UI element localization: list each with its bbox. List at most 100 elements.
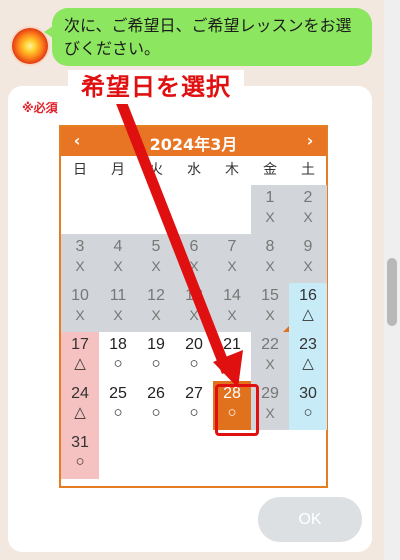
day-number: 4	[113, 238, 123, 255]
calendar-day-30[interactable]: 30 ○	[289, 381, 327, 430]
day-number: 21	[223, 336, 241, 353]
availability-mark: ○	[189, 355, 199, 372]
day-number: 14	[223, 287, 241, 304]
day-number: 13	[185, 287, 203, 304]
chat-bubble: 次に、ご希望日、ご希望レッスンをお選びください。	[44, 8, 372, 66]
availability-mark: X	[303, 209, 313, 225]
availability-mark: X	[227, 258, 237, 274]
day-number: 1	[265, 189, 275, 206]
day-number: 19	[147, 336, 165, 353]
day-number: 2	[303, 189, 313, 206]
weekday-sun: 日	[73, 162, 87, 178]
calendar-day-26[interactable]: 26 ○	[137, 381, 175, 430]
day-number: 7	[227, 238, 237, 255]
availability-mark: △	[74, 355, 86, 372]
availability-mark: ○	[303, 404, 313, 421]
availability-mark: X	[189, 258, 199, 274]
availability-mark: ○	[151, 355, 161, 372]
availability-mark: X	[265, 258, 275, 274]
day-number: 15	[261, 287, 279, 304]
calendar-day-9[interactable]: 9X	[289, 234, 327, 283]
calendar-day-3[interactable]: 3X	[61, 234, 99, 283]
calendar-day-25[interactable]: 25 ○	[99, 381, 137, 430]
day-number: 11	[109, 287, 127, 304]
availability-mark: ○	[113, 404, 123, 421]
day-number: 23	[299, 336, 317, 353]
day-number: 31	[71, 434, 89, 451]
availability-mark: X	[151, 307, 161, 323]
weekday-thu: 木	[225, 162, 239, 178]
weekday-tue: 火	[149, 162, 163, 178]
day-number: 16	[299, 287, 317, 304]
day-number: 5	[151, 238, 161, 255]
calendar-day-17[interactable]: 17 △	[61, 332, 99, 381]
availability-mark: △	[302, 306, 314, 323]
calendar-day-15[interactable]: 15 X	[251, 283, 289, 332]
weekday-sat: 土	[301, 162, 315, 178]
scrollbar[interactable]	[384, 0, 400, 560]
weekday-wed: 水	[187, 162, 201, 178]
availability-mark: X	[265, 307, 275, 323]
availability-mark: X	[75, 307, 85, 323]
availability-mark: ○	[227, 355, 237, 372]
weekday-fri: 金	[263, 162, 277, 178]
weekday-mon: 月	[111, 162, 125, 178]
day-number: 26	[147, 385, 165, 402]
ok-button[interactable]: OK	[258, 497, 362, 542]
calendar-day-8[interactable]: 8X	[251, 234, 289, 283]
scrollbar-thumb[interactable]	[387, 258, 397, 326]
day-number: 17	[71, 336, 89, 353]
calendar-day-13[interactable]: 13 X	[175, 283, 213, 332]
day-number: 10	[71, 287, 89, 304]
availability-mark: X	[113, 307, 123, 323]
calendar-day-21[interactable]: 21 ○	[213, 332, 251, 381]
availability-mark: ○	[151, 404, 161, 421]
availability-mark: X	[75, 258, 85, 274]
calendar-day-24[interactable]: 24 △	[61, 381, 99, 430]
day-number: 12	[147, 287, 165, 304]
calendar-day-4[interactable]: 4X	[99, 234, 137, 283]
calendar-day-6[interactable]: 6X	[175, 234, 213, 283]
calendar-day-12[interactable]: 12 X	[137, 283, 175, 332]
calendar-day-20[interactable]: 20 ○	[175, 332, 213, 381]
availability-mark: △	[302, 355, 314, 372]
availability-mark: ○	[75, 453, 85, 470]
next-month-icon[interactable]: ›	[298, 131, 322, 151]
day-number: 30	[299, 385, 317, 402]
availability-mark: X	[189, 307, 199, 323]
calendar-day-27[interactable]: 27 ○	[175, 381, 213, 430]
day-number: 9	[303, 238, 313, 255]
calendar-day-18[interactable]: 18 ○	[99, 332, 137, 381]
calendar-day-7[interactable]: 7X	[213, 234, 251, 283]
calendar-day-22[interactable]: 22 X	[251, 332, 289, 381]
availability-mark: △	[74, 404, 86, 421]
calendar-month-title: 2024年3月	[149, 135, 238, 154]
calendar-day-10[interactable]: 10 X	[61, 283, 99, 332]
required-label: ※必須	[22, 101, 58, 115]
calendar-day-5[interactable]: 5X	[137, 234, 175, 283]
day-number: 24	[71, 385, 89, 402]
calendar-day-19[interactable]: 19 ○	[137, 332, 175, 381]
day-number: 6	[189, 238, 199, 255]
calendar-day-23[interactable]: 23 △	[289, 332, 327, 381]
day-number: 27	[185, 385, 203, 402]
calendar-day-1[interactable]: 1X	[251, 185, 289, 234]
chat-message: 次に、ご希望日、ご希望レッスンをお選びください。	[64, 16, 352, 58]
day-number: 3	[75, 238, 85, 255]
selected-date-highlight	[215, 384, 259, 436]
calendar-day-11[interactable]: 11 X	[99, 283, 137, 332]
calendar-header: ‹ 2024年3月 ›	[61, 127, 326, 156]
calendar-day-14[interactable]: 14 X	[213, 283, 251, 332]
chat-avatar	[12, 28, 48, 64]
day-number: 18	[109, 336, 127, 353]
availability-mark: X	[113, 258, 123, 274]
calendar-day-16[interactable]: 16 △	[289, 283, 327, 332]
calendar-day-31[interactable]: 31 ○	[61, 430, 99, 479]
calendar-day-2[interactable]: 2X	[289, 185, 327, 234]
day-number: 22	[261, 336, 279, 353]
availability-mark: ○	[189, 404, 199, 421]
availability-mark: X	[227, 307, 237, 323]
day-number: 8	[265, 238, 275, 255]
availability-mark: X	[303, 258, 313, 274]
availability-mark: X	[265, 209, 275, 225]
